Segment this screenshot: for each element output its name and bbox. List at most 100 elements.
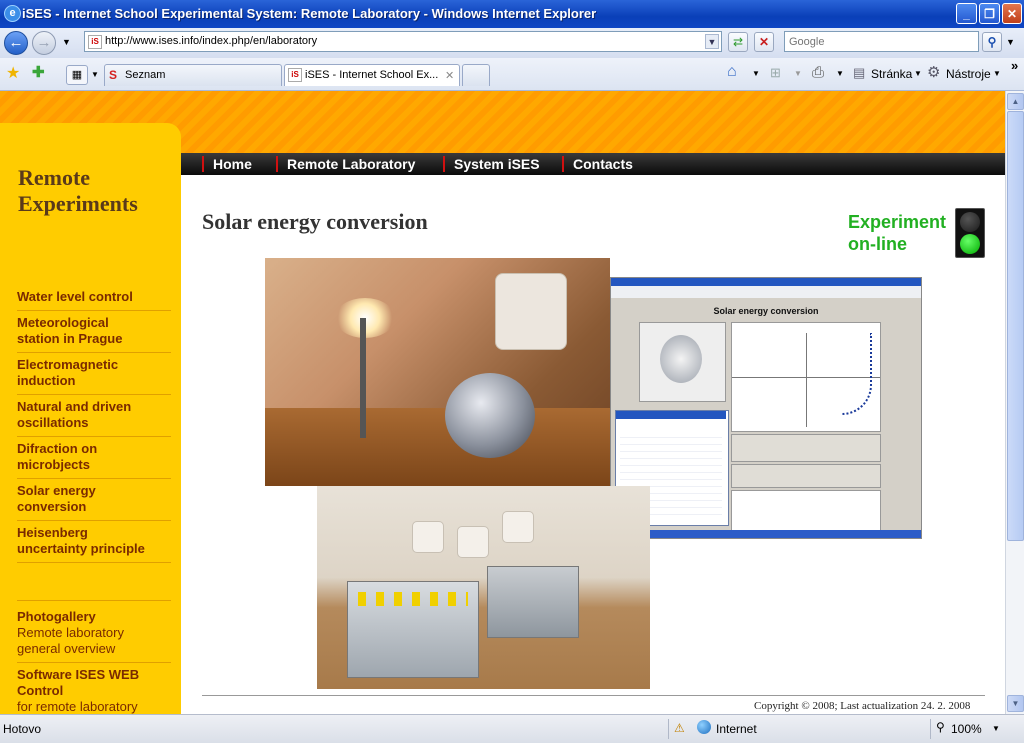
camera-lamp-image	[660, 335, 702, 383]
sidebar-item-sublabel: for remote laboratory	[17, 699, 138, 714]
sidebar-item-label: Water level control	[17, 289, 133, 304]
experiment-status: Experiment on-line	[848, 211, 946, 255]
address-bar[interactable]: iS http://www.ises.info/index.php/en/lab…	[84, 31, 722, 52]
sidebar-item-photogallery[interactable]: Photogallery Remote laboratory general o…	[17, 609, 171, 663]
close-button[interactable]: ✕	[1002, 3, 1022, 24]
window-title: iSES - Internet School Experimental Syst…	[22, 6, 597, 21]
wall-socket	[495, 273, 567, 350]
zoom-icon[interactable]: ⚲	[936, 720, 945, 734]
favorites-star-icon[interactable]: ★	[6, 63, 20, 83]
sidebar-item-meteorological[interactable]: Meteorological station in Prague	[17, 315, 171, 353]
home-dropdown-icon[interactable]: ▼	[752, 69, 760, 78]
site-favicon-icon: iS	[88, 35, 102, 49]
sidebar-item-solar-energy[interactable]: Solar energy conversion	[17, 483, 171, 521]
sidebar-item-sublabel: general overview	[17, 641, 116, 656]
feeds-icon[interactable]: ⊞	[770, 65, 781, 81]
page-dropdown-icon[interactable]: ▼	[914, 69, 922, 78]
scroll-thumb[interactable]	[1007, 111, 1024, 541]
tools-dropdown-icon[interactable]: ▼	[993, 69, 1001, 78]
search-go-button[interactable]: ⚲	[982, 32, 1002, 52]
new-tab-button[interactable]	[462, 64, 490, 86]
sidebar-item-difraction[interactable]: Difraction on microbjects	[17, 441, 171, 479]
photo-lamp-experiment	[265, 258, 610, 486]
window-title-bar[interactable]: e iSES - Internet School Experimental Sy…	[0, 0, 1024, 28]
history-dropdown-icon[interactable]: ▼	[62, 37, 71, 47]
chart-y-axis	[806, 333, 807, 427]
print-dropdown-icon[interactable]: ▼	[836, 69, 844, 78]
back-button[interactable]: ←	[4, 31, 28, 55]
sidebar-item-electromagnetic[interactable]: Electromagnetic induction	[17, 357, 171, 395]
tab-list-dropdown-icon[interactable]: ▼	[91, 70, 99, 79]
refresh-button[interactable]: ⇄	[728, 32, 748, 52]
quick-tabs-icon[interactable]: ▦	[66, 65, 88, 85]
stop-button[interactable]: ✕	[754, 32, 774, 52]
address-url[interactable]: http://www.ises.info/index.php/en/labora…	[105, 35, 317, 47]
address-dropdown-icon[interactable]: ▼	[705, 34, 719, 49]
print-icon[interactable]: ⎙	[812, 64, 824, 81]
ises-control-box	[347, 581, 479, 678]
nav-contacts[interactable]: Contacts	[562, 156, 633, 172]
maximize-button[interactable]: ❐	[979, 3, 1000, 24]
status-text: Hotovo	[3, 722, 42, 736]
search-options-icon[interactable]: ▼	[1006, 37, 1015, 47]
lamp-stand	[360, 318, 366, 438]
popup-blocker-icon[interactable]: ⚠	[674, 721, 685, 735]
app-iv-chart	[731, 322, 881, 432]
wall-socket-1	[412, 521, 444, 553]
more-commands-icon[interactable]: »	[1011, 58, 1018, 73]
home-icon[interactable]: ⌂	[727, 63, 737, 81]
table-surface	[265, 408, 610, 486]
sidebar-item-heisenberg[interactable]: Heisenberg uncertainty principle	[17, 525, 171, 563]
sidebar-item-label: uncertainty principle	[17, 541, 145, 556]
status-line1: Experiment	[848, 212, 947, 232]
scroll-up-icon[interactable]: ▲	[1007, 93, 1024, 110]
vertical-scrollbar[interactable]: ▲ ▼	[1005, 91, 1024, 714]
sidebar-item-label: Control	[17, 683, 64, 698]
sidebar-item-label: station in Prague	[17, 331, 123, 346]
nav-system-ises[interactable]: System iSES	[443, 156, 540, 172]
sidebar: Remote Experiments Water level control M…	[0, 123, 181, 714]
internet-explorer-icon: e	[4, 5, 21, 22]
page-menu[interactable]: Stránka	[871, 67, 912, 81]
internet-zone-globe-icon	[697, 720, 711, 734]
feeds-dropdown-icon[interactable]: ▼	[794, 69, 802, 78]
sidebar-heading: Remote Experiments	[18, 165, 138, 217]
zoom-dropdown-icon[interactable]: ▼	[992, 724, 1000, 733]
tab-ises[interactable]: iS iSES - Internet School Ex... ✕	[284, 64, 460, 86]
app-toolbar	[611, 286, 921, 298]
sidebar-item-label: Difraction on	[17, 441, 98, 456]
footer-divider	[202, 695, 985, 696]
tools-menu[interactable]: Nástroje	[946, 67, 991, 81]
zoom-level[interactable]: 100%	[951, 722, 982, 736]
status-light-icon	[955, 208, 985, 258]
sidebar-divider	[17, 600, 171, 601]
sidebar-item-water-level[interactable]: Water level control	[17, 289, 171, 311]
tab-label: Seznam	[125, 69, 166, 81]
search-input[interactable]	[785, 32, 973, 51]
sphere-sensor	[445, 373, 535, 458]
status-line2: on-line	[848, 234, 907, 254]
status-separator	[930, 719, 931, 739]
photo-control-hardware	[317, 486, 650, 689]
ises-module-box	[487, 566, 579, 638]
nav-remote-laboratory[interactable]: Remote Laboratory	[276, 156, 415, 172]
tab-label: iSES - Internet School Ex...	[305, 69, 439, 81]
nav-home[interactable]: Home	[202, 156, 252, 172]
add-favorites-icon[interactable]: ✚	[32, 63, 45, 81]
sidebar-item-software-ises[interactable]: Software ISES WEB Control for remote lab…	[17, 667, 171, 714]
sidebar-item-label: Heisenberg	[17, 525, 88, 540]
tab-bar: ★ ✚ ▦ ▼ S Seznam iS iSES - Internet Scho…	[0, 58, 1024, 91]
photo-software-screenshot: Solar energy conversion	[610, 277, 922, 539]
sidebar-item-oscillations[interactable]: Natural and driven oscillations	[17, 399, 171, 437]
sidebar-heading-line1: Remote	[18, 165, 91, 190]
sidebar-heading-line2: Experiments	[18, 191, 138, 216]
seznam-favicon-icon: S	[109, 68, 118, 82]
minimize-button[interactable]: _	[956, 3, 977, 24]
red-lamp-off	[960, 212, 980, 232]
tab-close-icon[interactable]: ✕	[445, 69, 454, 82]
scroll-down-icon[interactable]: ▼	[1007, 695, 1024, 712]
search-box[interactable]	[784, 31, 979, 52]
forward-button[interactable]: →	[32, 31, 56, 55]
sidebar-item-label: Photogallery	[17, 609, 96, 624]
tab-seznam[interactable]: S Seznam	[104, 64, 282, 86]
